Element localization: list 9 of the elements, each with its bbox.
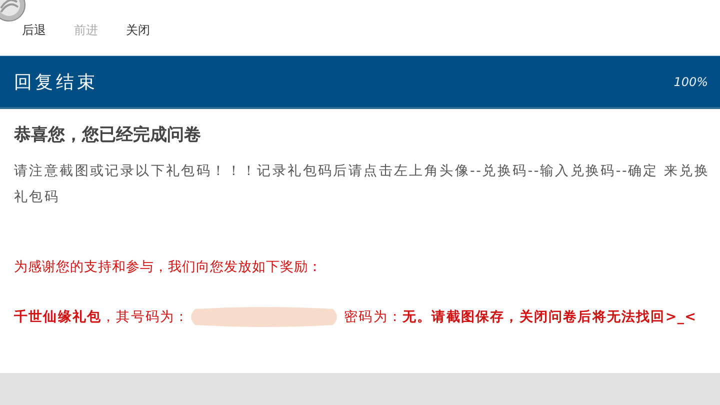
nav-button[interactable]: 关闭	[126, 22, 150, 39]
nav-button[interactable]: 后退	[22, 22, 46, 39]
completion-heading: 恭喜您，您已经完成问卷	[14, 124, 202, 146]
gift-code-label: 千世仙缘礼包，其号码为：	[14, 309, 190, 325]
password-text: 密码为：无。请截图保存，关闭问卷后将无法找回>_<	[344, 309, 697, 325]
page-title: 回复结束	[14, 70, 98, 94]
thanks-text: 为感谢您的支持和参与，我们向您发放如下奖励：	[14, 258, 323, 276]
progress-percent: 100%	[674, 74, 708, 88]
instructions-text: 请注意截图或记录以下礼包码！！！记录礼包码后请点击左上角头像--兑换码--输入兑换码--确定 来兑换礼包码	[14, 162, 710, 207]
